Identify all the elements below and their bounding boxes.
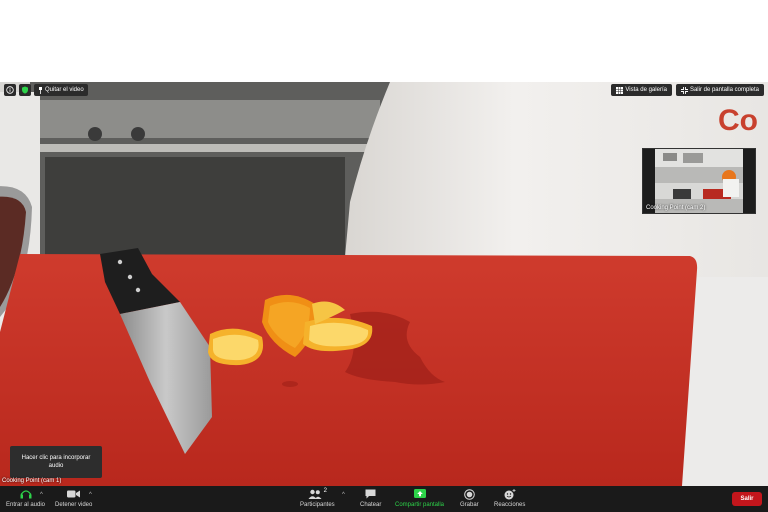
thumbnail-label: Cooking Point (cam 2): [646, 205, 706, 211]
apron-logo-text: Co: [718, 104, 758, 137]
chat-button[interactable]: Chatear: [360, 488, 381, 508]
thumbnail-scene: [643, 149, 755, 213]
exit-fullscreen-label: Salir de pantalla completa: [689, 87, 759, 93]
top-right-controls: Vista de galería Salir de pantalla compl…: [611, 84, 764, 96]
share-screen-icon: [413, 489, 426, 498]
reactions-button[interactable]: Reacciones: [494, 488, 525, 508]
chat-icon: [365, 489, 376, 499]
record-button[interactable]: Grabar: [460, 488, 479, 508]
reactions-label: Reacciones: [494, 502, 526, 508]
leave-button[interactable]: Salir: [732, 492, 762, 506]
participants-label: Participantes: [300, 502, 335, 508]
chevron-up-icon[interactable]: ^: [40, 492, 43, 498]
pin-icon: [39, 86, 42, 94]
chat-label: Chatear: [360, 502, 382, 508]
grid-icon: [616, 86, 624, 94]
record-label: Grabar: [460, 502, 479, 508]
record-icon: [464, 488, 475, 500]
stop-video-pill[interactable]: Quitar el video: [34, 84, 88, 96]
participants-count: 2: [323, 488, 328, 494]
join-audio-button[interactable]: Entrar al audio: [6, 488, 45, 508]
participants-icon: [308, 489, 322, 499]
share-screen-button[interactable]: Compartir pantalla: [395, 488, 444, 508]
stop-video-label: Quitar el video: [45, 87, 84, 93]
info-icon[interactable]: [4, 84, 16, 96]
chevron-up-icon[interactable]: ^: [342, 492, 345, 498]
join-audio-label: Entrar al audio: [6, 502, 46, 508]
meeting-toolbar: Entrar al audio ^ Detener video ^ 2 Part…: [0, 486, 768, 512]
tooltip-line-1: Hacer clic para incorporar: [21, 455, 91, 461]
participants-button[interactable]: 2 Participantes: [300, 488, 335, 508]
gallery-view-label: Vista de galería: [625, 87, 667, 93]
participant-thumbnail[interactable]: Cooking Point (cam 2): [642, 148, 756, 214]
top-left-controls: Quitar el video: [4, 84, 88, 96]
kitchen-scene: Co: [0, 82, 768, 486]
video-camera-icon: [67, 490, 81, 498]
stop-video-button-label: Detener video: [55, 502, 93, 508]
chevron-up-icon[interactable]: ^: [89, 492, 92, 498]
tooltip-line-2: audio: [48, 463, 64, 469]
main-video-label: Cooking Point (cam 1): [2, 478, 62, 484]
exit-fullscreen-icon: [680, 86, 688, 94]
shield-icon[interactable]: [19, 84, 31, 96]
headphones-icon: [20, 490, 32, 499]
exit-fullscreen-button[interactable]: Salir de pantalla completa: [675, 84, 764, 96]
main-video-feed: Co: [0, 82, 768, 486]
emoji-plus-icon: [504, 488, 516, 499]
join-audio-tooltip[interactable]: Hacer clic para incorporar audio: [10, 446, 102, 478]
share-screen-label: Compartir pantalla: [395, 502, 445, 508]
stop-video-button[interactable]: Detener video: [55, 488, 92, 508]
gallery-view-button[interactable]: Vista de galería: [611, 84, 672, 96]
